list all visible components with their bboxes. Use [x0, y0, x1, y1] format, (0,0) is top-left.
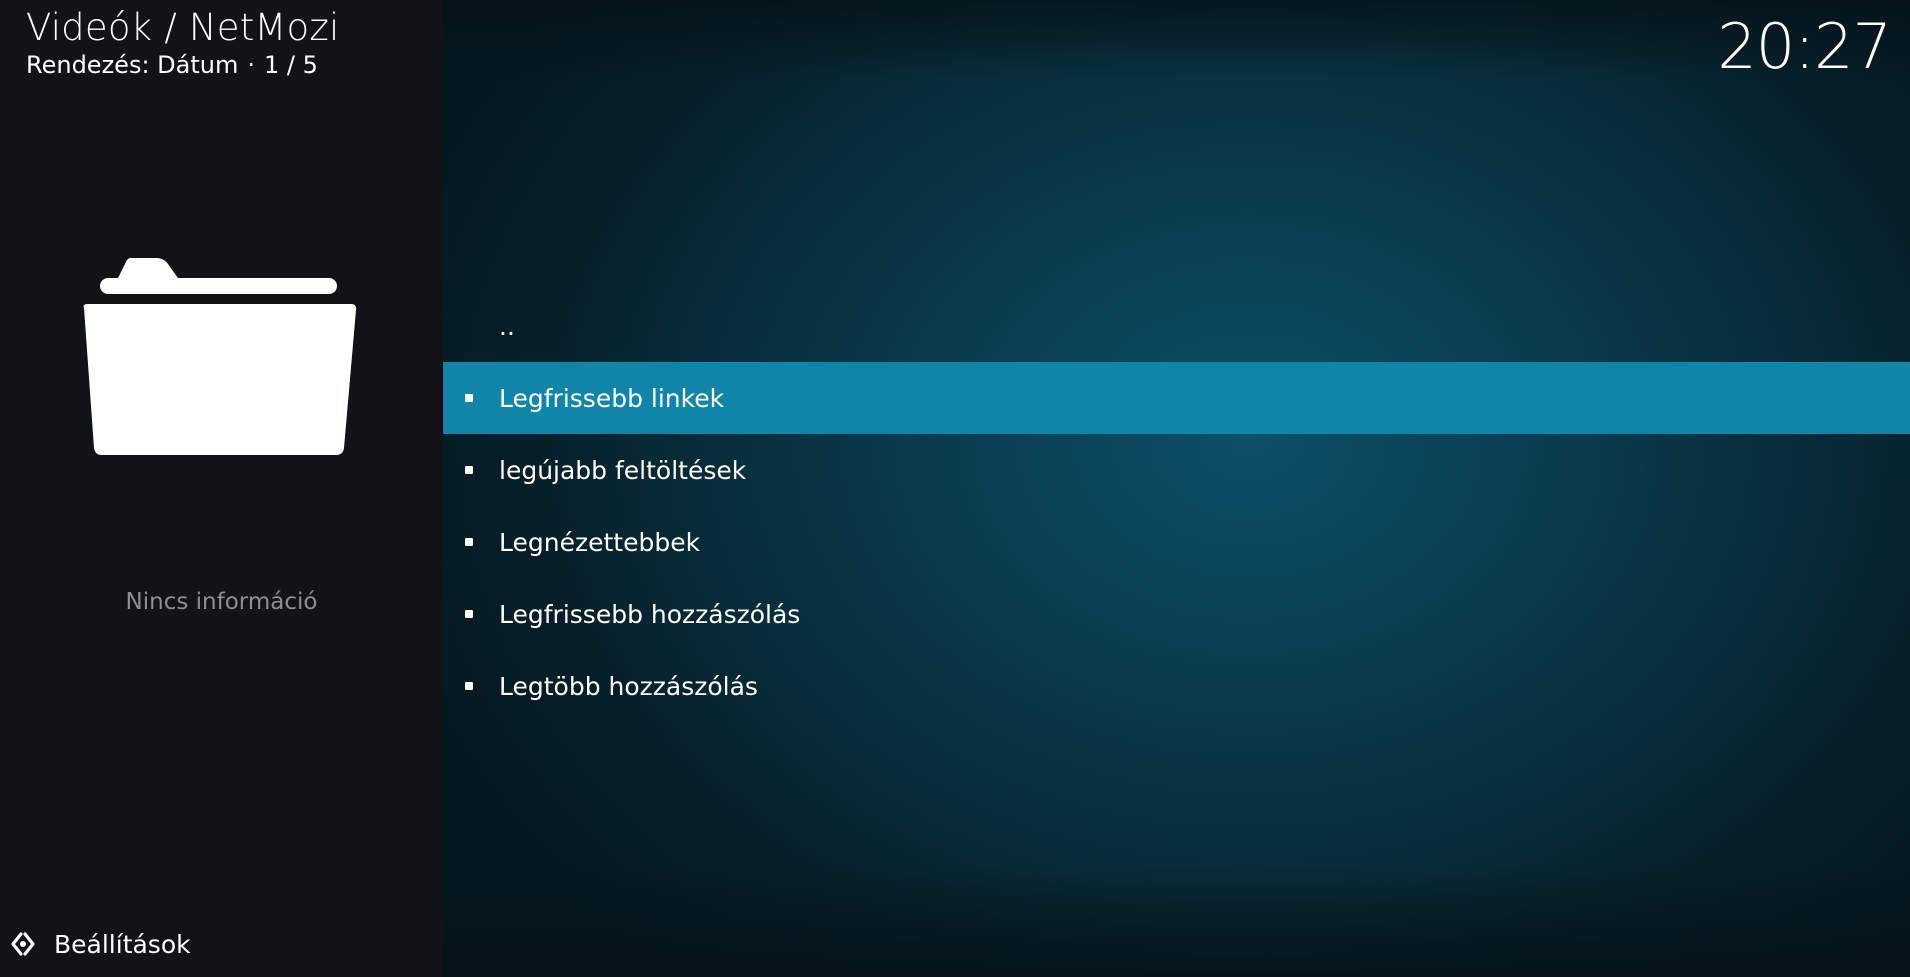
page-counter: 1 / 5: [263, 51, 318, 79]
list-item-legfrissebb-linkek[interactable]: Legfrissebb linkek: [443, 362, 1910, 434]
file-list: .. Legfrissebb linkek legújabb feltöltés…: [443, 290, 1910, 722]
bullet-icon: [465, 466, 473, 474]
separator-dot: ·: [247, 51, 255, 79]
bullet-icon: [465, 610, 473, 618]
list-item-label: Legfrissebb hozzászólás: [499, 599, 801, 629]
page-title: Videók / NetMozi: [26, 6, 340, 49]
bullet-icon: [465, 538, 473, 546]
bullet-icon: [465, 682, 473, 690]
settings-button[interactable]: Beállítások: [8, 926, 191, 962]
no-info-text: Nincs információ: [125, 589, 318, 615]
parent-folder-label: ..: [499, 311, 515, 341]
settings-label: Beállítások: [54, 929, 191, 959]
list-item-legtobb-hozzaszolas[interactable]: Legtöbb hozzászólás: [443, 650, 1910, 722]
list-item-legnezettebbek[interactable]: Legnézettebbek: [443, 506, 1910, 578]
list-item-parent[interactable]: ..: [443, 290, 1910, 362]
settings-gear-icon: [11, 932, 35, 956]
list-item-label: Legtöbb hozzászólás: [499, 671, 758, 701]
clock: 20:27: [1717, 10, 1892, 83]
list-item-legujabb-feltoltesek[interactable]: legújabb feltöltések: [443, 434, 1910, 506]
list-item-label: Legfrissebb linkek: [499, 383, 725, 413]
list-item-label: Legnézettebbek: [499, 527, 701, 557]
list-item-label: legújabb feltöltések: [499, 455, 747, 485]
kodi-window: Nincs információ Beállítások Videók / Ne…: [0, 0, 1910, 977]
sort-info: Rendezés: Dátum · 1 / 5: [26, 51, 318, 79]
sort-label: Rendezés: Dátum: [26, 51, 239, 79]
list-item-legfrissebb-hozzaszolas[interactable]: Legfrissebb hozzászólás: [443, 578, 1910, 650]
sidebar: Nincs információ Beállítások: [0, 0, 443, 977]
folder-icon: [83, 258, 357, 455]
bullet-icon: [465, 394, 473, 402]
